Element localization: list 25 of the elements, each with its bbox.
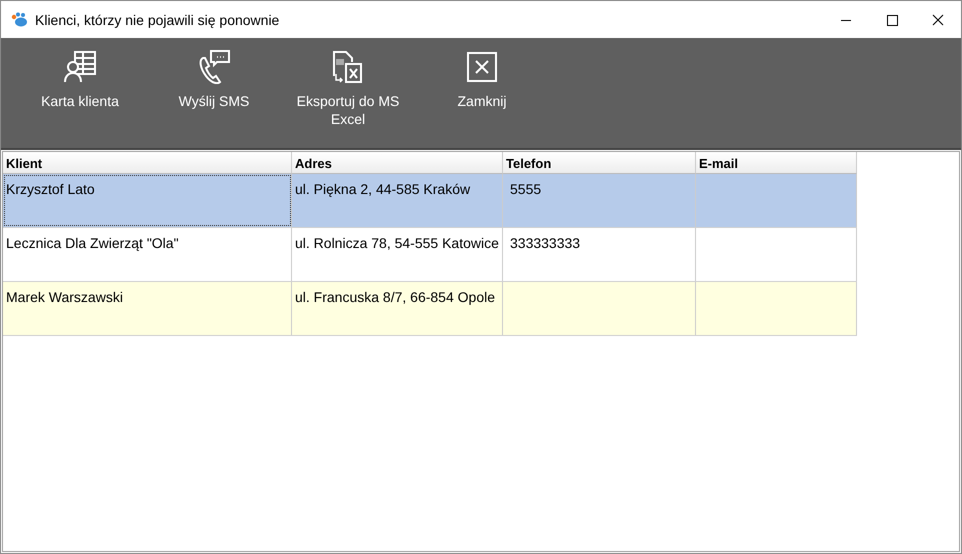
spreadsheet-export-icon (331, 50, 365, 84)
table-cell: Krzysztof Lato (6, 181, 95, 197)
column-header[interactable]: Adres (292, 152, 503, 174)
close-box-icon (465, 50, 499, 84)
toolbar-button[interactable]: Zamknij (415, 38, 549, 110)
table-cell: Lecznica Dla Zwierząt "Ola" (6, 235, 179, 251)
table-cell: ul. Francuska 8/7, 66-854 Opole (295, 289, 496, 305)
phone-message-icon (197, 50, 231, 84)
table-cell: Marek Warszawski (6, 289, 123, 305)
table-cell: ul. Rolnicza 78, 54-555 Katowice (295, 235, 499, 251)
table-cell: 333333333 (510, 235, 580, 251)
column-header[interactable]: Telefon (503, 152, 696, 174)
table-row[interactable]: Marek Warszawski ul. Francuska 8/7, 66-854 Opole (3, 282, 857, 336)
table-cell: 5555 (510, 181, 542, 197)
toolbar-button[interactable]: Karta klienta (13, 38, 147, 110)
column-header[interactable]: Klient (3, 152, 292, 174)
table-cell: ul. Piękna 2, 44-585 Kraków (295, 181, 470, 197)
table-row[interactable]: Krzysztof Lato ul. Piękna 2, 44-585 Kraków 5555 (3, 174, 857, 228)
table-row[interactable]: Lecznica Dla Zwierząt "Ola" ul. Rolnicza 78, 54-555 Katowice 333333333 (3, 228, 857, 282)
window-title: Klienci, którzy nie pojawili się ponownie (35, 12, 280, 28)
person-table-icon (63, 50, 97, 84)
app-logo-icon (11, 12, 29, 28)
toolbar-button[interactable]: Wyślij SMS (147, 38, 281, 110)
column-header[interactable]: E-mail (696, 152, 857, 174)
toolbar-button[interactable]: Eksportuj do MS Excel (281, 38, 415, 128)
